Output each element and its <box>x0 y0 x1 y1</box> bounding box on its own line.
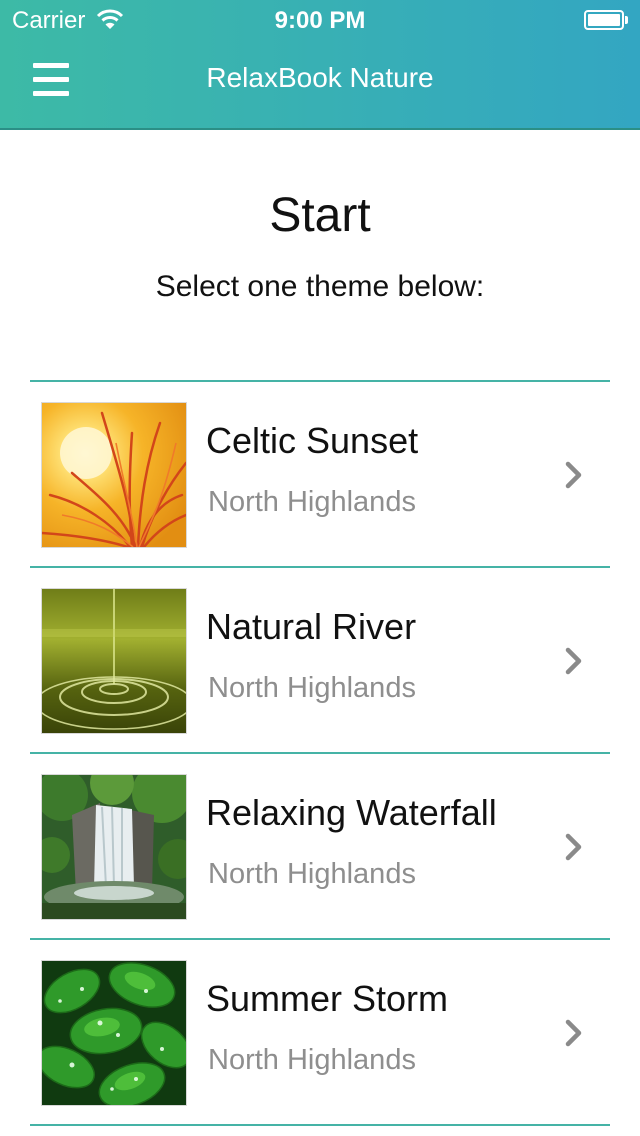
theme-title: Summer Storm <box>206 978 449 1019</box>
status-time: 9:00 PM <box>274 7 366 34</box>
status-bar: Carrier 9:00 PM <box>0 0 640 40</box>
relaxing-waterfall-thumbnail <box>41 774 187 920</box>
theme-row-celtic-sunset[interactable]: Celtic Sunset North Highlands <box>30 380 610 566</box>
page-subtitle: Select one theme below: <box>155 270 485 303</box>
chevron-right-icon <box>565 1019 582 1047</box>
theme-row-natural-river[interactable]: Natural River North Highlands <box>30 566 610 752</box>
theme-title: Relaxing Waterfall <box>206 792 497 833</box>
theme-title: Natural River <box>206 606 417 647</box>
theme-list: Celtic Sunset North Highlands Natural Ri… <box>30 380 610 1126</box>
theme-row-summer-storm[interactable]: Summer Storm North Highlands <box>30 938 610 1126</box>
navigation-bar: Carrier 9:00 PM RelaxBook Nature <box>0 0 640 130</box>
theme-subtitle: North Highlands <box>208 486 416 518</box>
chevron-right-icon <box>565 461 582 489</box>
page-title: Start <box>269 189 371 242</box>
theme-subtitle: North Highlands <box>208 1044 416 1076</box>
theme-subtitle: North Highlands <box>208 858 416 890</box>
chevron-right-icon <box>565 833 582 861</box>
battery-icon <box>584 10 628 30</box>
theme-title: Celtic Sunset <box>206 420 419 461</box>
summer-storm-thumbnail <box>41 960 187 1106</box>
theme-subtitle: North Highlands <box>208 672 416 704</box>
celtic-sunset-thumbnail <box>41 402 187 548</box>
natural-river-thumbnail <box>41 588 187 734</box>
app-title: RelaxBook Nature <box>206 62 434 93</box>
chevron-right-icon <box>565 647 582 675</box>
theme-row-relaxing-waterfall[interactable]: Relaxing Waterfall North Highlands <box>30 752 610 938</box>
